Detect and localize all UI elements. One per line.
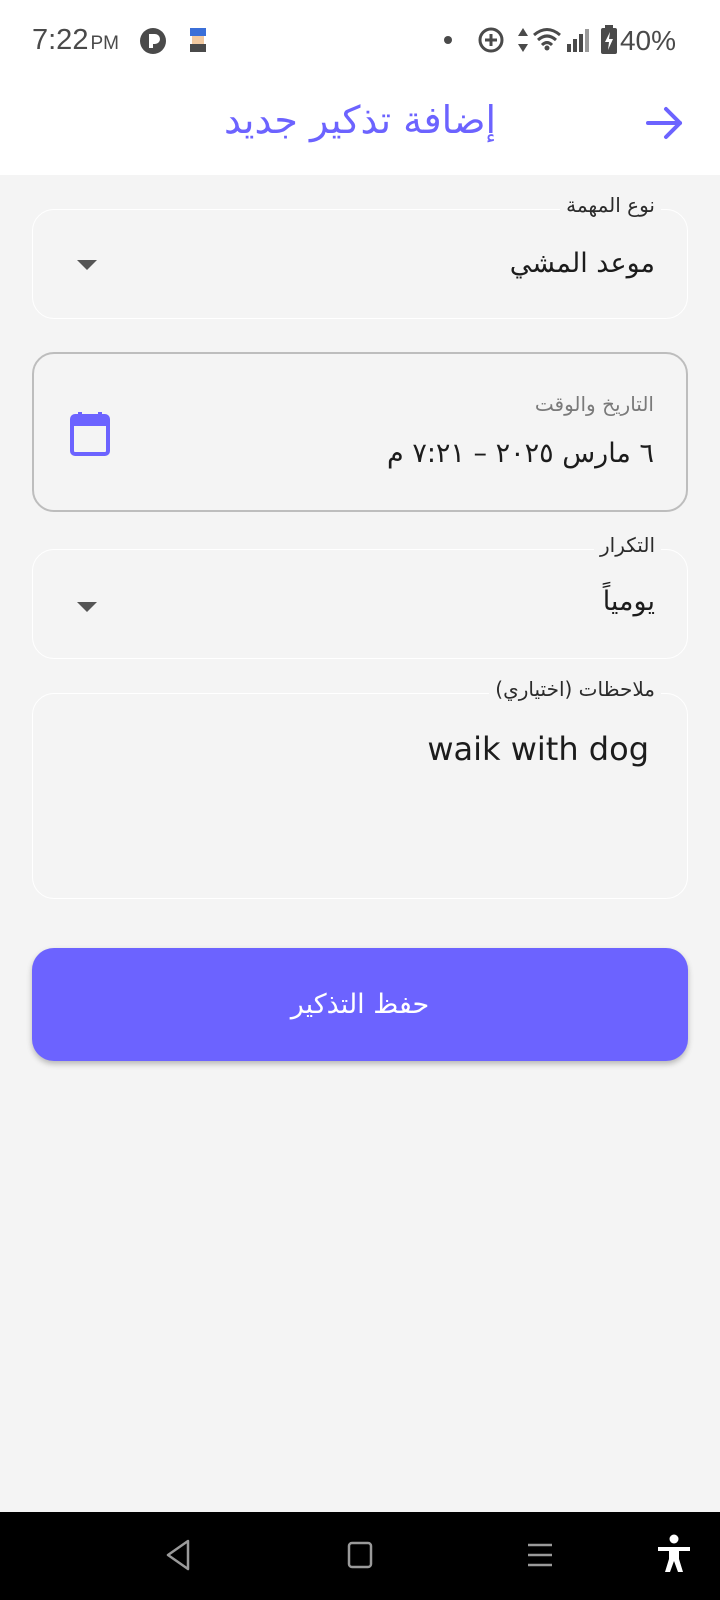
game-notification-icon bbox=[190, 28, 206, 52]
task-type-label: نوع المهمة bbox=[560, 193, 661, 217]
system-nav-bar bbox=[0, 1512, 720, 1600]
home-nav-icon[interactable] bbox=[347, 1538, 373, 1572]
repeat-value: يومياً bbox=[602, 586, 655, 617]
status-bar: 7:22 PM 40% bbox=[0, 0, 720, 82]
app-bar: إضافة تذكير جديد bbox=[0, 82, 720, 175]
app-notification-icon bbox=[140, 28, 166, 54]
task-type-value: موعد المشي bbox=[509, 248, 655, 279]
battery-percentage: 40% bbox=[619, 25, 676, 56]
save-reminder-button[interactable]: حفظ التذكير bbox=[32, 948, 688, 1061]
datetime-field[interactable]: التاريخ والوقت ٦ مارس ٢٠٢٥ – ٧:٢١ م bbox=[32, 352, 688, 512]
dropdown-arrow-icon bbox=[77, 602, 97, 612]
accessibility-icon[interactable] bbox=[656, 1534, 692, 1574]
datetime-label: التاريخ والوقت bbox=[534, 392, 654, 416]
notes-input[interactable]: waik with dog bbox=[427, 730, 649, 768]
battery-charging-icon bbox=[601, 25, 617, 54]
notes-field[interactable]: ملاحظات (اختياري) waik with dog bbox=[32, 677, 688, 899]
data-transfer-icon bbox=[518, 28, 528, 52]
signal-icon bbox=[567, 29, 589, 52]
wifi-icon bbox=[533, 28, 561, 51]
status-time: 7:22 PM bbox=[32, 24, 119, 56]
data-saver-icon bbox=[478, 27, 504, 53]
save-button-label: حفظ التذكير bbox=[290, 989, 430, 1020]
arrow-right-icon[interactable] bbox=[640, 98, 690, 148]
page-title: إضافة تذكير جديد bbox=[223, 98, 497, 142]
dot-icon bbox=[444, 36, 452, 44]
task-type-dropdown[interactable]: نوع المهمة موعد المشي bbox=[32, 193, 688, 319]
notes-label: ملاحظات (اختياري) bbox=[489, 677, 661, 701]
back-nav-icon[interactable] bbox=[164, 1538, 192, 1572]
repeat-label: التكرار bbox=[594, 533, 661, 557]
dropdown-arrow-icon bbox=[77, 260, 97, 270]
status-ampm: PM bbox=[90, 33, 119, 54]
datetime-value: ٦ مارس ٢٠٢٥ – ٧:٢١ م bbox=[387, 438, 654, 469]
calendar-icon[interactable] bbox=[70, 412, 110, 456]
repeat-dropdown[interactable]: التكرار يومياً bbox=[32, 533, 688, 659]
recents-nav-icon[interactable] bbox=[526, 1538, 554, 1572]
